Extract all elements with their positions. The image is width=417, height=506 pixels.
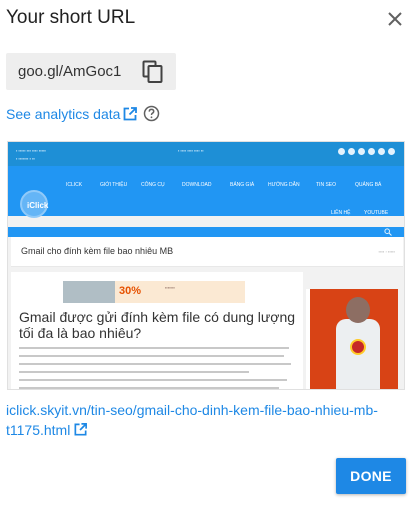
preview-social-icon [368, 148, 375, 155]
preview-top-bar: ▪ ▪▪▪▪▪ ▪▪▪ ▪▪▪▪ ▪▪▪▪▪ ▪ ▪▪▪▪▪▪▪ ▪ ▪▪ ▪ … [8, 142, 404, 166]
preview-menu-item: YOUTUBE [364, 210, 389, 216]
preview-social-icon [388, 148, 395, 155]
preview-nav-bar [8, 166, 404, 216]
preview-sidebar-ad [306, 289, 398, 389]
preview-search-row [8, 227, 404, 237]
short-url-text[interactable]: goo.gl/AmGoc1 [18, 63, 121, 80]
search-icon [384, 228, 392, 236]
preview-ad-banner: 30% ▪▪▪▪▪▪▪ [63, 281, 245, 303]
preview-banner-small: ▪▪▪▪▪▪▪ [165, 285, 175, 290]
preview-menu-item: BẢNG GIÁ [230, 182, 255, 188]
preview-menu-item: TIN SEO [316, 182, 337, 188]
preview-badge-icon [350, 339, 366, 355]
preview-logo-text: iClick [27, 201, 49, 210]
close-button[interactable] [384, 8, 406, 30]
preview-menu-item: LIÊN HỆ [331, 210, 351, 216]
preview-text-line [19, 355, 284, 357]
preview-sidebar-image [310, 289, 398, 389]
preview-person-head [346, 297, 370, 323]
preview-banner-image [63, 281, 115, 303]
preview-breadcrumb: ▪▪▪▪ › ▪▪▪▪▪ [378, 249, 395, 254]
preview-topbar-phone: ▪ ▪▪▪▪ ▪▪▪▪ ▪▪▪▪ ▪▪ [178, 148, 204, 153]
done-button[interactable]: DONE [336, 458, 406, 494]
long-url-open-button[interactable] [73, 422, 88, 437]
preview-article: 30% ▪▪▪▪▪▪▪ Gmail được gửi đính kèm file… [11, 272, 303, 389]
copy-icon [142, 60, 163, 83]
preview-text-line [19, 347, 289, 349]
preview-menu-item: DOWNLOAD [182, 182, 212, 188]
preview-text-line [19, 387, 279, 389]
preview-social-icon [378, 148, 385, 155]
long-url-link[interactable]: iclick.skyit.vn/tin-seo/gmail-cho-dinh-k… [6, 400, 406, 440]
preview-heading-box: Gmail cho đính kèm file bao nhiêu MB ▪▪▪… [11, 237, 403, 267]
analytics-link[interactable]: See analytics data [6, 106, 120, 122]
preview-logo: iClick [20, 190, 48, 218]
preview-menu-item: CÔNG CỤ [141, 182, 165, 188]
preview-social-icon [338, 148, 345, 155]
preview-topbar-info: ▪ ▪▪▪▪▪ ▪▪▪ ▪▪▪▪ ▪▪▪▪▪ [16, 148, 46, 153]
help-button[interactable] [143, 105, 160, 122]
short-url-dialog: Your short URL goo.gl/AmGoc1 See analyti… [0, 0, 417, 506]
help-circle-icon [143, 105, 160, 122]
preview-page-heading: Gmail cho đính kèm file bao nhiêu MB [21, 246, 174, 256]
preview-text-line [19, 363, 291, 365]
preview-menu-item: ICLICK [66, 182, 83, 188]
preview-topbar-email: ▪ ▪▪▪▪▪▪▪ ▪ ▪▪ [16, 156, 35, 161]
open-in-new-icon [123, 107, 137, 121]
dialog-title: Your short URL [6, 7, 136, 28]
preview-social-icon [348, 148, 355, 155]
preview-banner-text: 30% [119, 285, 142, 297]
close-icon [388, 12, 402, 26]
preview-text-line [19, 379, 287, 381]
analytics-open-button[interactable] [122, 106, 138, 122]
long-url-text[interactable]: iclick.skyit.vn/tin-seo/gmail-cho-dinh-k… [6, 402, 378, 438]
preview-menu-item: HƯỚNG DẪN [268, 182, 300, 188]
short-url-chip[interactable]: goo.gl/AmGoc1 [6, 53, 176, 90]
copy-button[interactable] [142, 60, 164, 84]
preview-menu-item: QUẢNG BÁ [355, 182, 382, 188]
open-in-new-icon [74, 423, 88, 436]
preview-article-title: Gmail được gửi đính kèm file có dung lượ… [19, 309, 296, 341]
preview-text-line [19, 371, 249, 373]
page-preview-thumbnail[interactable]: ▪ ▪▪▪▪▪ ▪▪▪ ▪▪▪▪ ▪▪▪▪▪ ▪ ▪▪▪▪▪▪▪ ▪ ▪▪ ▪ … [7, 141, 405, 390]
preview-social-icon [358, 148, 365, 155]
preview-menu-item: GIỚI THIỆU [100, 182, 128, 188]
